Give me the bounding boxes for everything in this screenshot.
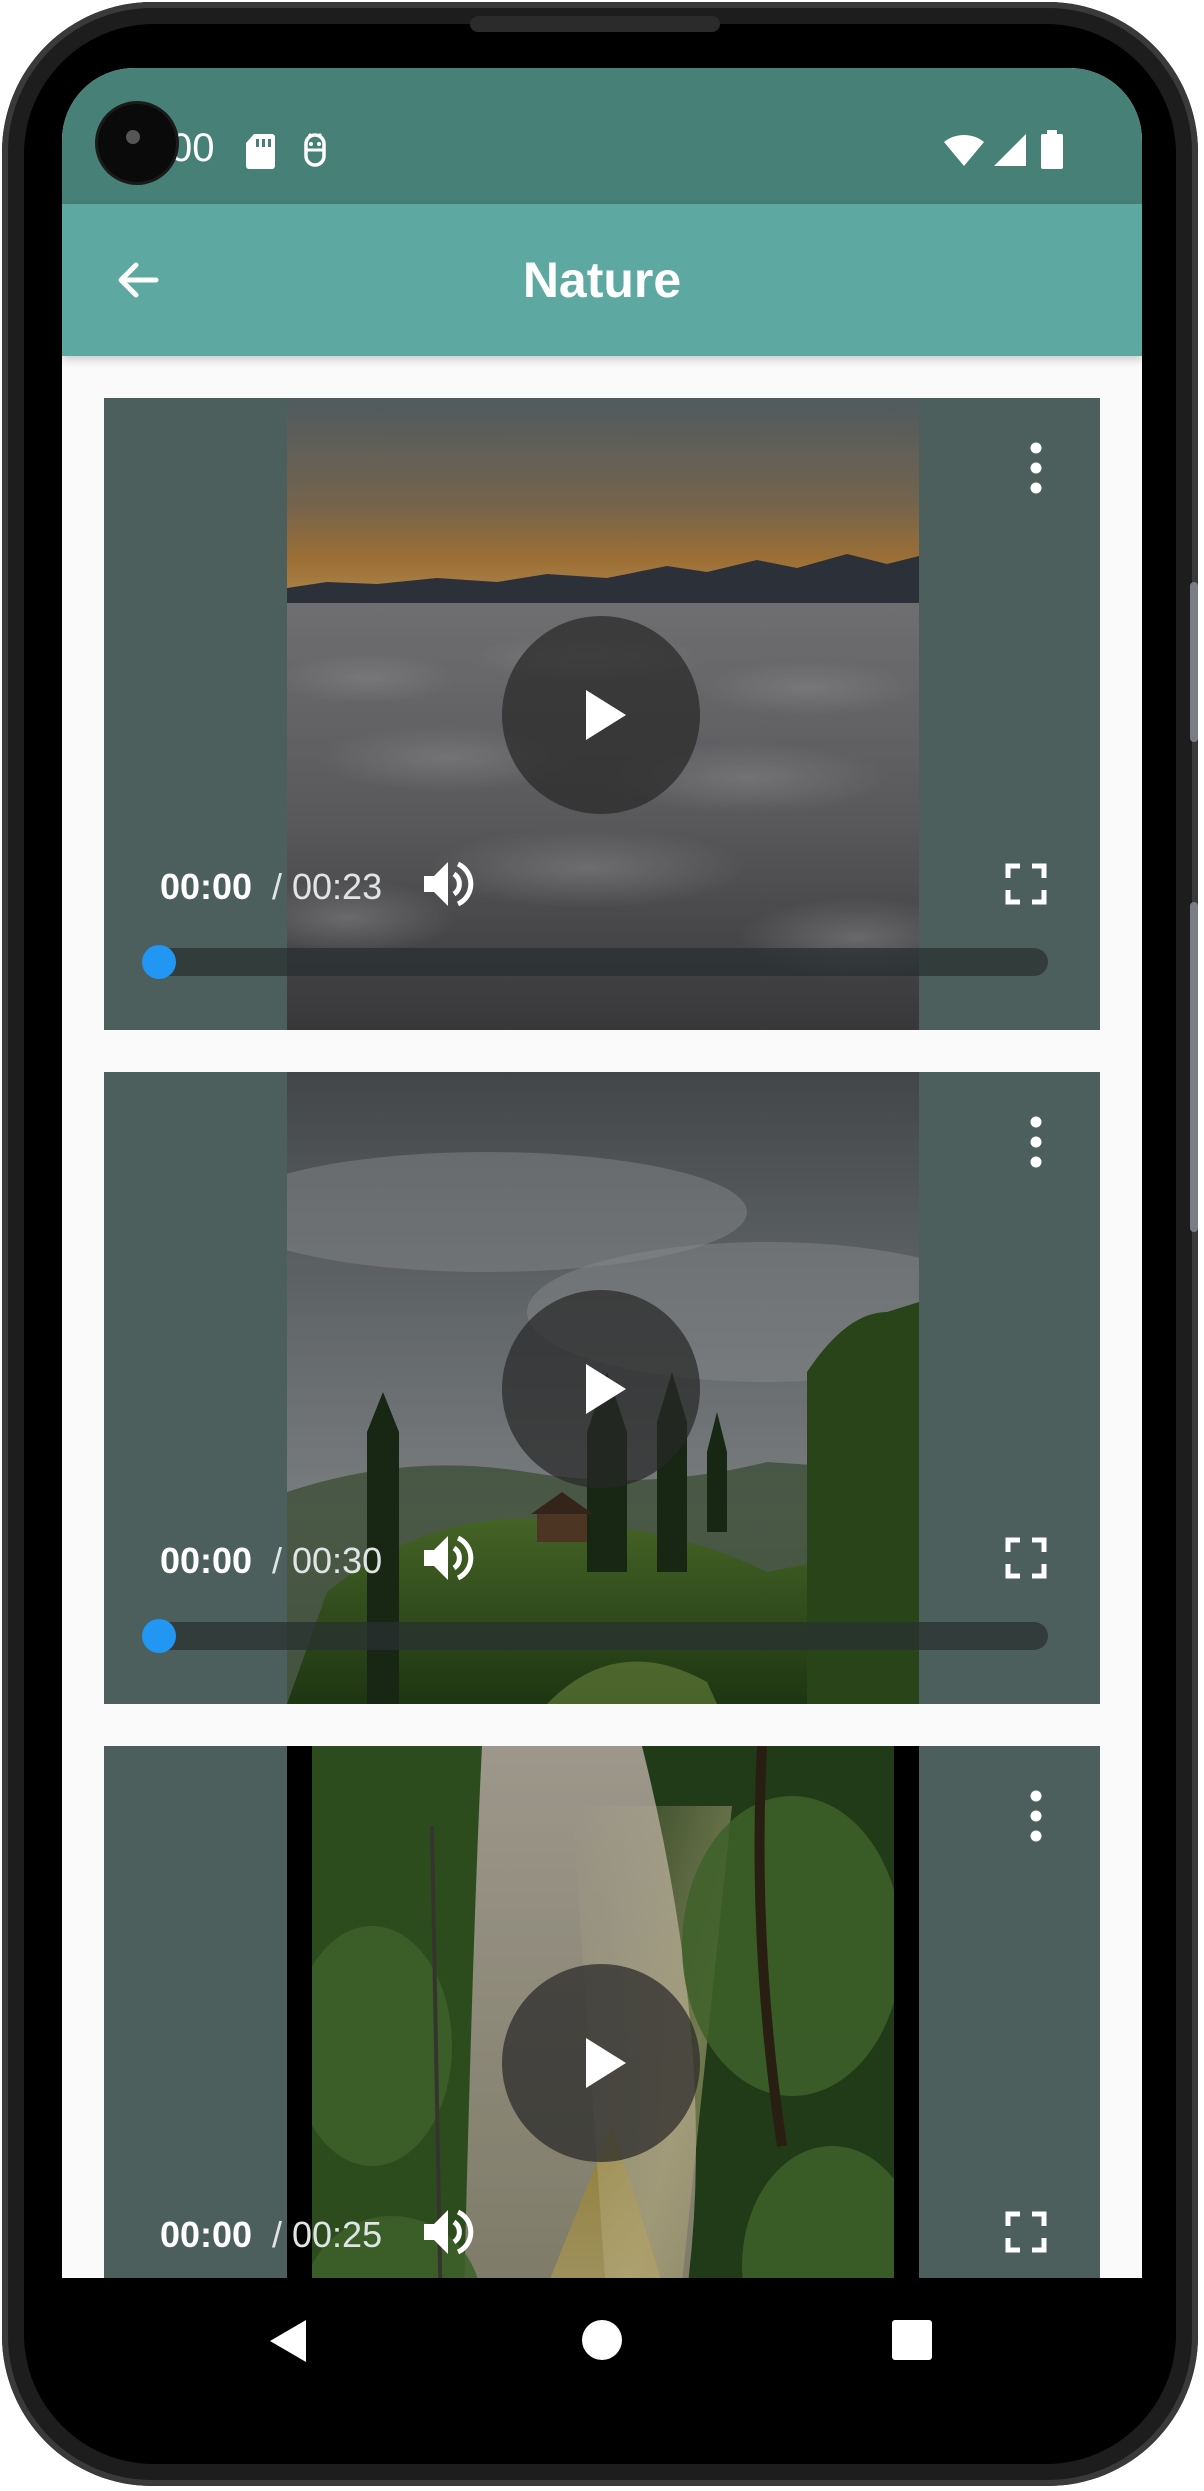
- volume-icon[interactable]: [418, 1528, 478, 1588]
- play-icon: [586, 1364, 626, 1414]
- battery-icon: [1041, 130, 1063, 169]
- play-button[interactable]: [502, 1290, 700, 1488]
- video-card[interactable]: 00:00 / 00:30: [104, 1072, 1100, 1704]
- status-bar: 00: [62, 68, 1142, 204]
- total-duration: / 00:25: [272, 2214, 383, 2255]
- current-time: 00:00: [160, 1540, 253, 1581]
- volume-key: [1190, 582, 1198, 742]
- progress-bar[interactable]: [144, 948, 1048, 976]
- power-key: [1190, 902, 1198, 1232]
- volume-icon[interactable]: [418, 2202, 478, 2262]
- play-button[interactable]: [502, 616, 700, 814]
- current-time: 00:00: [160, 2214, 253, 2255]
- wifi-icon: [944, 134, 984, 166]
- android-debug-icon: [304, 132, 326, 167]
- screen: 00 Nature 00:00 / 00:23 00:00 / 00:30 00…: [62, 68, 1142, 2278]
- total-duration: / 00:23: [272, 866, 383, 907]
- status-time: 00: [170, 126, 215, 170]
- fullscreen-icon[interactable]: [996, 854, 1056, 914]
- back-triangle-icon[interactable]: [266, 2316, 310, 2366]
- play-button[interactable]: [502, 1964, 700, 2162]
- more-vert-icon[interactable]: [1024, 1786, 1048, 1846]
- total-duration: / 00:30: [272, 1540, 383, 1581]
- front-camera: [98, 104, 176, 182]
- signal-icon: [994, 134, 1026, 166]
- more-vert-icon[interactable]: [1024, 438, 1048, 498]
- home-circle-icon[interactable]: [580, 2318, 624, 2362]
- page-title: Nature: [522, 252, 682, 308]
- volume-icon[interactable]: [418, 854, 478, 914]
- app-bar: Nature: [62, 204, 1142, 356]
- earpiece-speaker: [470, 16, 720, 32]
- progress-thumb[interactable]: [142, 945, 176, 979]
- video-card[interactable]: 00:00 / 00:25: [104, 1746, 1100, 2278]
- current-time: 00:00: [160, 866, 253, 907]
- progress-thumb[interactable]: [142, 1619, 176, 1653]
- more-vert-icon[interactable]: [1024, 1112, 1048, 1172]
- fullscreen-icon[interactable]: [996, 1528, 1056, 1588]
- play-icon: [586, 690, 626, 740]
- video-card[interactable]: 00:00 / 00:23: [104, 398, 1100, 1030]
- play-icon: [586, 2038, 626, 2088]
- fullscreen-icon[interactable]: [996, 2202, 1056, 2262]
- sd-card-icon: [246, 134, 275, 169]
- progress-bar[interactable]: [144, 1622, 1048, 1650]
- recents-square-icon[interactable]: [892, 2320, 932, 2360]
- navigation-bar: [62, 2278, 1142, 2406]
